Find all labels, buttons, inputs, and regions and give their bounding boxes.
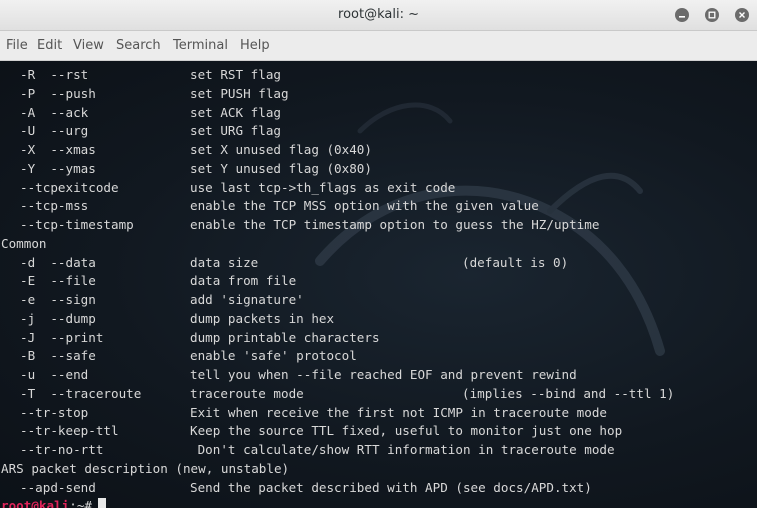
option-line: -j --dump dump packets in hex bbox=[1, 310, 757, 329]
terminal-area[interactable]: -R --rst set RST flag -P --push set PUSH fl… bbox=[0, 61, 757, 508]
option-line: -d --data data size (default is 0) bbox=[1, 254, 757, 273]
menu-file[interactable]: File bbox=[6, 38, 28, 53]
option-flag: -d --data bbox=[20, 254, 96, 270]
option-line: -A --ack set ACK flag bbox=[1, 104, 757, 123]
option-description: Send the packet described with APD (see … bbox=[190, 479, 592, 495]
option-flag: -T --traceroute bbox=[20, 385, 142, 401]
option-flag: -J --print bbox=[20, 329, 104, 345]
option-line: --tr-no-rtt Don't calculate/show RTT inf… bbox=[1, 441, 757, 460]
prompt-path: :~# bbox=[69, 498, 92, 508]
menu-terminal[interactable]: Terminal bbox=[173, 38, 228, 53]
option-line: -P --push set PUSH flag bbox=[1, 85, 757, 104]
minimize-button[interactable] bbox=[675, 8, 689, 22]
maximize-button[interactable] bbox=[705, 8, 719, 22]
option-flag: -Y --ymas bbox=[20, 160, 96, 176]
option-flag: --tcpexitcode bbox=[20, 179, 119, 195]
option-line: -E --file data from file bbox=[1, 272, 757, 291]
option-flag: --apd-send bbox=[20, 479, 96, 495]
menu-search[interactable]: Search bbox=[116, 38, 161, 53]
option-description: tell you when --file reached EOF and pre… bbox=[190, 367, 577, 382]
menu-view[interactable]: View bbox=[73, 38, 104, 53]
option-line: -u --end tell you when --file reached EOF… bbox=[1, 366, 757, 385]
option-description: set ACK flag bbox=[190, 104, 281, 120]
section-heading: Common bbox=[1, 235, 757, 254]
section-heading-text: ARS packet description (new, unstable) bbox=[1, 460, 290, 476]
close-button[interactable] bbox=[735, 8, 749, 22]
option-flag: -B --safe bbox=[20, 348, 96, 364]
option-line: --tr-keep-ttl Keep the source TTL fixed, … bbox=[1, 422, 757, 441]
section-heading-text: Common bbox=[1, 235, 47, 251]
option-line: -J --print dump printable characters bbox=[1, 329, 757, 348]
option-description: traceroute mode bbox=[190, 385, 304, 401]
option-description: dump packets in hex bbox=[190, 310, 335, 326]
option-description: set PUSH flag bbox=[190, 85, 289, 101]
shell-prompt-line[interactable]: root@kali:~# bbox=[1, 497, 757, 508]
option-flag: -P --push bbox=[20, 85, 96, 101]
option-line: -X --xmas set X unused flag (0x40) bbox=[1, 141, 757, 160]
option-description: dump printable characters bbox=[190, 329, 380, 345]
option-flag: -e --sign bbox=[20, 292, 96, 307]
prompt-user-host: root@kali bbox=[1, 498, 70, 508]
option-description: enable 'safe' protocol bbox=[190, 348, 357, 364]
option-line: -e --sign add 'signature' bbox=[1, 291, 757, 310]
option-line: --tcp-mss enable the TCP MSS option with … bbox=[1, 197, 757, 216]
option-description: Don't calculate/show RTT information in … bbox=[190, 442, 615, 457]
option-flag: -X --xmas bbox=[20, 142, 96, 157]
menu-bar: File Edit View Search Terminal Help bbox=[0, 31, 757, 61]
option-description: use last tcp->th_flags as exit code bbox=[190, 179, 456, 195]
option-line: -R --rst set RST flag bbox=[1, 66, 757, 85]
option-line: --tcp-timestamp enable the TCP timestamp … bbox=[1, 216, 757, 235]
option-line: --tr-stop Exit when receive the first not… bbox=[1, 404, 757, 423]
window-title: root@kali: ~ bbox=[338, 7, 419, 22]
option-description: set X unused flag (0x40) bbox=[190, 142, 372, 157]
terminal-output: -R --rst set RST flag -P --push set PUSH fl… bbox=[1, 66, 757, 508]
option-line: --apd-send Send the packet described with… bbox=[1, 479, 757, 498]
option-description: set Y unused flag (0x80) bbox=[190, 160, 372, 176]
close-icon bbox=[739, 12, 745, 18]
terminal-window: root@kali: ~ File Edit View Search Termi… bbox=[0, 0, 757, 508]
maximize-icon bbox=[708, 11, 716, 19]
menu-help[interactable]: Help bbox=[240, 38, 270, 53]
title-bar[interactable]: root@kali: ~ bbox=[0, 0, 757, 31]
option-line: -T --traceroute traceroute mode (implies -… bbox=[1, 385, 757, 404]
option-line: --tcpexitcode use last tcp->th_flags as e… bbox=[1, 179, 757, 198]
option-line: -Y --ymas set Y unused flag (0x80) bbox=[1, 160, 757, 179]
option-description: Keep the source TTL fixed, useful to mon… bbox=[190, 423, 623, 439]
option-note: (default is 0) bbox=[462, 254, 569, 270]
option-flag: -E --file bbox=[20, 273, 96, 289]
option-line: -B --safe enable 'safe' protocol bbox=[1, 347, 757, 366]
option-description: set RST flag bbox=[190, 67, 281, 82]
option-flag: --tr-stop bbox=[20, 404, 89, 420]
option-flag: --tr-keep-ttl bbox=[20, 423, 119, 439]
option-description: Exit when receive the first not ICMP in … bbox=[190, 404, 608, 420]
option-note: (implies --bind and --ttl 1) bbox=[462, 385, 675, 401]
option-flag: --tcp-timestamp bbox=[20, 217, 134, 232]
option-description: set URG flag bbox=[190, 123, 281, 139]
option-flag: -u --end bbox=[20, 367, 89, 382]
option-flag: -R --rst bbox=[20, 67, 89, 82]
option-flag: --tcp-mss bbox=[20, 198, 89, 214]
section-heading: ARS packet description (new, unstable) bbox=[1, 460, 757, 479]
option-flag: -j --dump bbox=[20, 310, 96, 326]
option-description: data from file bbox=[190, 273, 297, 289]
option-description: add 'signature' bbox=[190, 292, 304, 307]
minimize-icon bbox=[679, 16, 685, 18]
option-line: -U --urg set URG flag bbox=[1, 122, 757, 141]
option-flag: -U --urg bbox=[20, 123, 89, 139]
option-description: enable the TCP MSS option with the given… bbox=[190, 198, 539, 214]
option-description: data size bbox=[190, 254, 259, 270]
option-flag: --tr-no-rtt bbox=[20, 442, 104, 457]
text-cursor bbox=[98, 498, 106, 508]
option-description: enable the TCP timestamp option to guess… bbox=[190, 217, 600, 232]
menu-edit[interactable]: Edit bbox=[37, 38, 62, 53]
option-flag: -A --ack bbox=[20, 104, 89, 120]
